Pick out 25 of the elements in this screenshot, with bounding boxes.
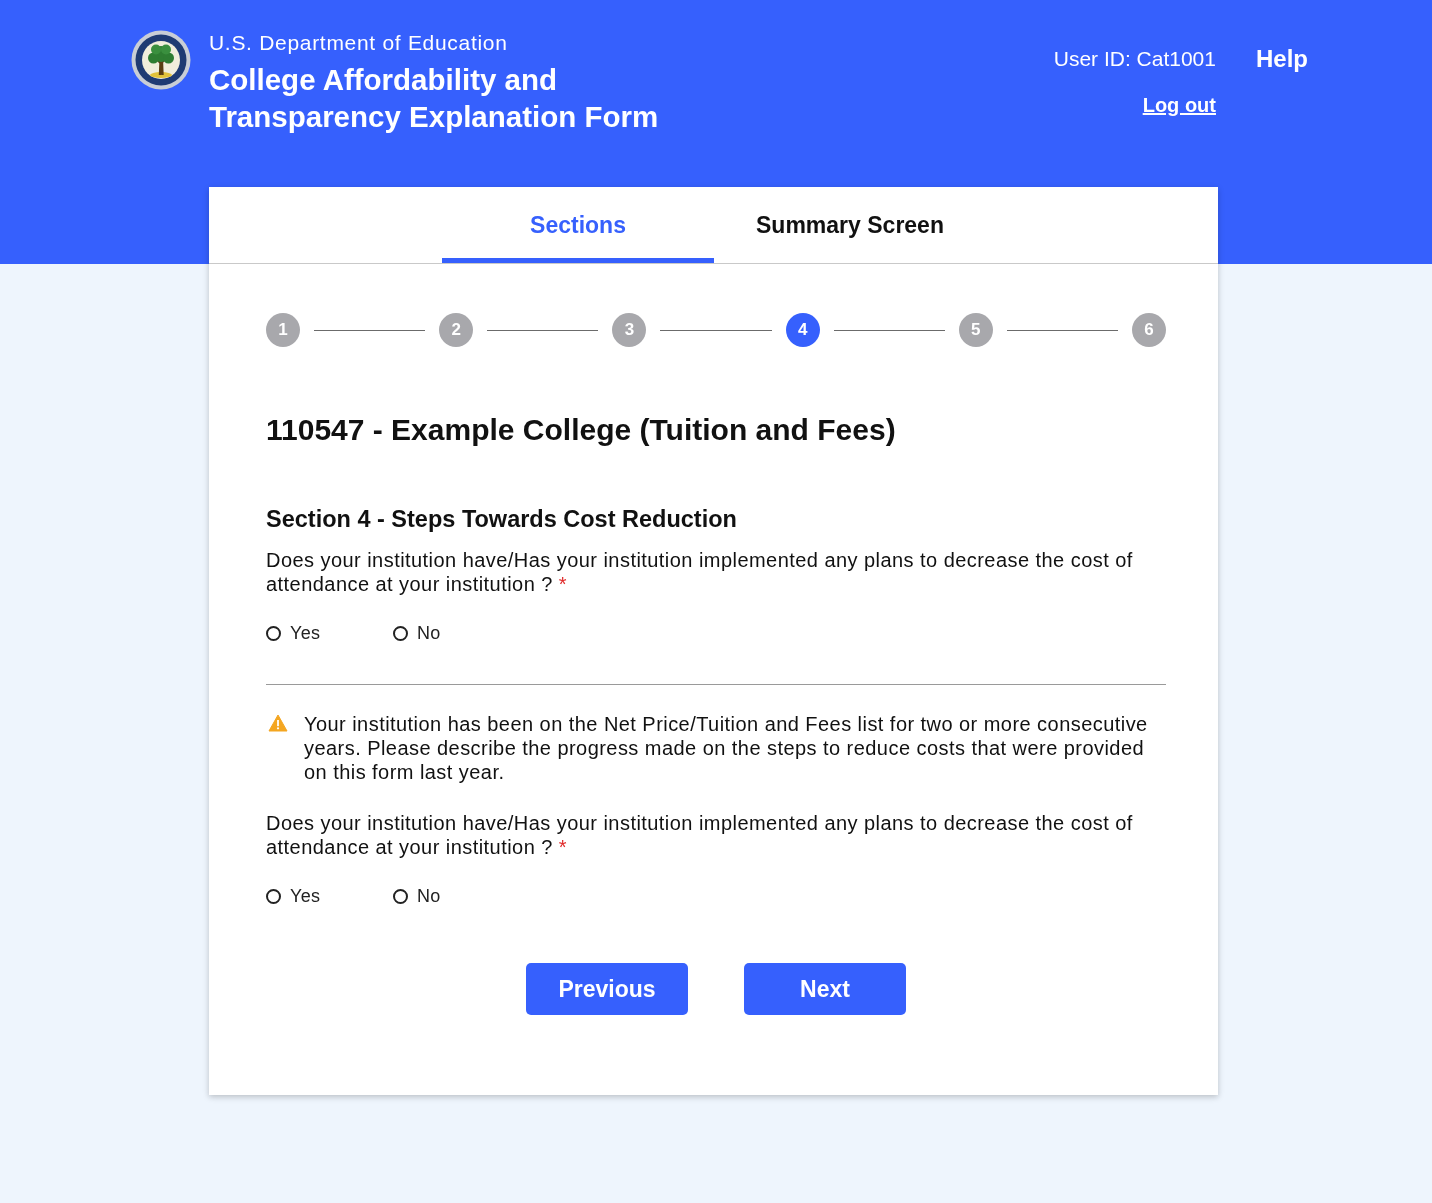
help-link[interactable]: Help <box>1256 45 1308 73</box>
user-id-text: User ID: Cat1001 <box>1053 46 1216 72</box>
radio-button[interactable] <box>393 888 408 904</box>
app-title: College Affordability and Transparency Explanation Form <box>209 62 660 135</box>
question-text: Does your institution have/Has your institution implemented any plans to decrease the cost of attendance at your institution ? * <box>266 811 1134 859</box>
form-title: 110547 - Example College (Tuition and Fees) <box>266 412 897 448</box>
seal-icon <box>131 30 191 90</box>
question-text: Does your institution have/Has your institution implemented any plans to decrease the cost of attendance at your institution ? * <box>266 548 1134 596</box>
nav-button[interactable]: Next <box>744 963 906 1015</box>
notice-text: Your institution has been on the Net Price/Tuition and Fees list for two or more consecutive years. Please describe the progress made on the steps to reduce costs that were provided on this form last year. <box>304 712 1149 784</box>
radio-button[interactable] <box>266 888 281 904</box>
agency-name: U.S. Department of Education <box>209 30 508 56</box>
step-indicator[interactable]: 4 <box>785 313 820 347</box>
radio-button[interactable] <box>266 625 281 641</box>
radio-option[interactable]: Yes <box>266 886 321 906</box>
section-title: Section 4 - Steps Towards Cost Reduction <box>266 505 738 533</box>
tab[interactable]: Sections <box>442 187 714 263</box>
radio-option[interactable]: No <box>393 886 441 906</box>
radio-option[interactable]: Yes <box>266 623 321 643</box>
warning-icon <box>268 714 288 732</box>
logout-link[interactable]: Log out <box>1142 93 1216 117</box>
radio-option[interactable]: No <box>393 623 441 643</box>
nav-button[interactable]: Previous <box>526 963 688 1015</box>
radio-button[interactable] <box>393 625 408 641</box>
tab[interactable]: Summary Screen <box>714 187 986 263</box>
